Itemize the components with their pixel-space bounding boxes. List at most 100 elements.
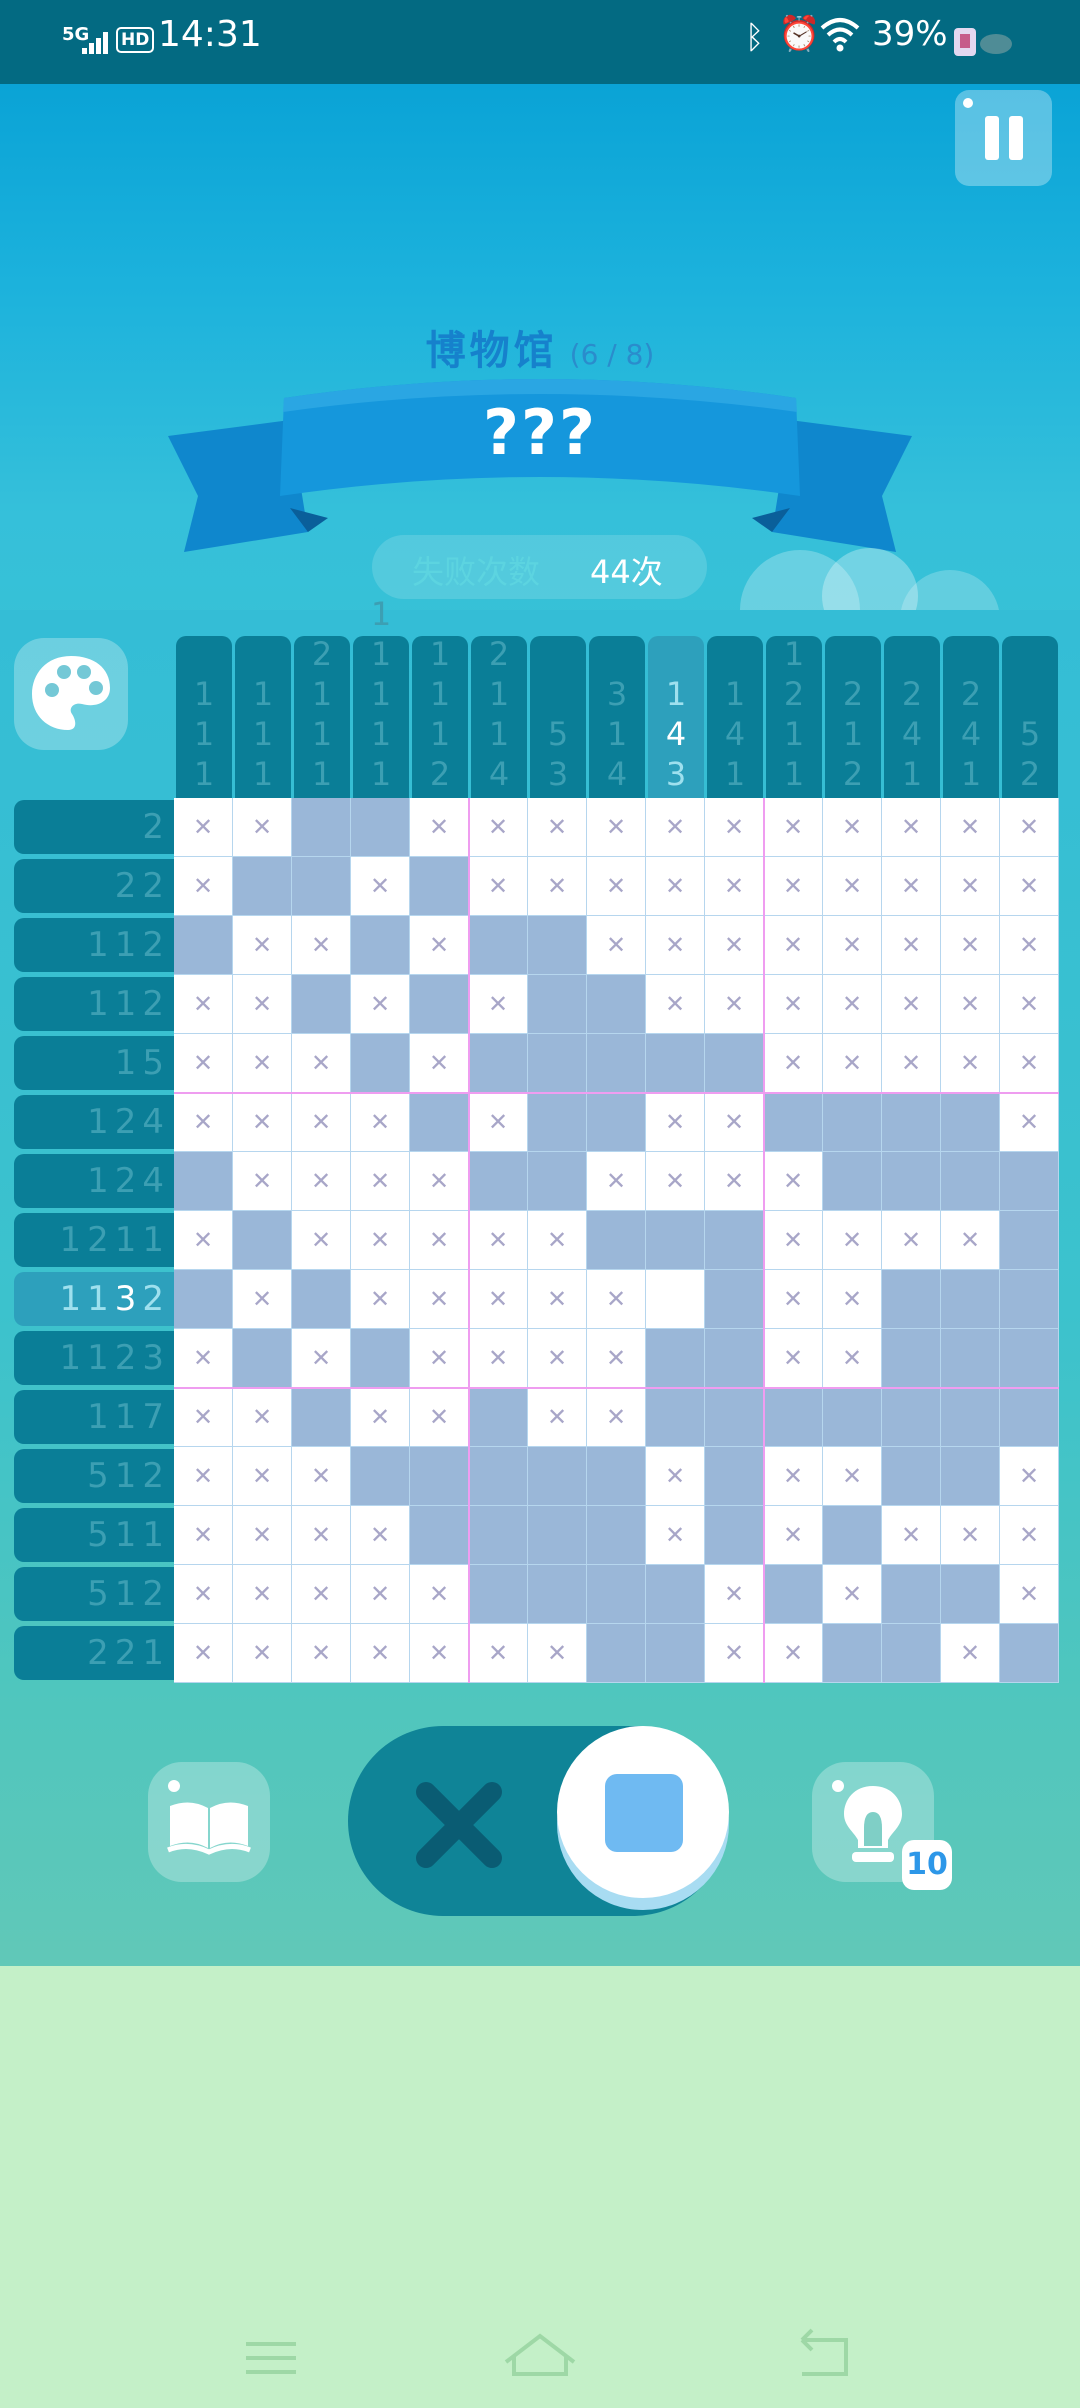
cell-filled[interactable] <box>823 1388 882 1447</box>
cell-filled[interactable] <box>705 1506 764 1565</box>
cell-crossed[interactable]: ✕ <box>1000 1565 1059 1624</box>
cell-crossed[interactable]: ✕ <box>705 916 764 975</box>
cell-filled[interactable] <box>587 1506 646 1565</box>
cell-crossed[interactable]: ✕ <box>174 1447 233 1506</box>
cell-crossed[interactable]: ✕ <box>764 1624 823 1683</box>
cell-filled[interactable] <box>941 1093 1000 1152</box>
cell-crossed[interactable]: ✕ <box>1000 916 1059 975</box>
cell-crossed[interactable]: ✕ <box>233 916 292 975</box>
cell-filled[interactable] <box>882 1152 941 1211</box>
cell-filled[interactable] <box>587 1093 646 1152</box>
cell-filled[interactable] <box>941 1447 1000 1506</box>
cell-crossed[interactable]: ✕ <box>705 1624 764 1683</box>
cell-filled[interactable] <box>528 1093 587 1152</box>
cell-filled[interactable] <box>410 1506 469 1565</box>
cell-crossed[interactable]: ✕ <box>882 916 941 975</box>
cell-filled[interactable] <box>646 1329 705 1388</box>
cell-filled[interactable] <box>351 1329 410 1388</box>
cell-filled[interactable] <box>823 1152 882 1211</box>
cell-filled[interactable] <box>823 1093 882 1152</box>
cell-crossed[interactable]: ✕ <box>764 1506 823 1565</box>
cell-filled[interactable] <box>823 1506 882 1565</box>
cell-filled[interactable] <box>174 1270 233 1329</box>
cell-crossed[interactable]: ✕ <box>528 1329 587 1388</box>
cell-filled[interactable] <box>351 798 410 857</box>
cell-crossed[interactable]: ✕ <box>174 975 233 1034</box>
cell-filled[interactable] <box>882 1565 941 1624</box>
cell-crossed[interactable]: ✕ <box>823 1565 882 1624</box>
cell-filled[interactable] <box>410 1447 469 1506</box>
cell-filled[interactable] <box>587 1034 646 1093</box>
guide-button[interactable] <box>148 1762 270 1882</box>
cell-crossed[interactable]: ✕ <box>410 1565 469 1624</box>
cell-crossed[interactable]: ✕ <box>705 798 764 857</box>
cell-crossed[interactable]: ✕ <box>292 1447 351 1506</box>
cell-crossed[interactable]: ✕ <box>351 1093 410 1152</box>
cell-filled[interactable] <box>292 1270 351 1329</box>
cell-crossed[interactable]: ✕ <box>941 798 1000 857</box>
cell-crossed[interactable]: ✕ <box>233 1034 292 1093</box>
cell-crossed[interactable]: ✕ <box>764 1447 823 1506</box>
cell-crossed[interactable]: ✕ <box>823 1034 882 1093</box>
cell-crossed[interactable]: ✕ <box>587 916 646 975</box>
cell-crossed[interactable]: ✕ <box>174 1565 233 1624</box>
cell-filled[interactable] <box>705 1211 764 1270</box>
cell-filled[interactable] <box>882 1447 941 1506</box>
cell-filled[interactable] <box>292 1388 351 1447</box>
cell-crossed[interactable]: ✕ <box>174 1506 233 1565</box>
cell-crossed[interactable]: ✕ <box>410 1034 469 1093</box>
cell-filled[interactable] <box>764 1565 823 1624</box>
cell-filled[interactable] <box>528 1034 587 1093</box>
cell-filled[interactable] <box>528 975 587 1034</box>
cell-crossed[interactable]: ✕ <box>233 1152 292 1211</box>
cell-filled[interactable] <box>351 1447 410 1506</box>
cell-filled[interactable] <box>528 1565 587 1624</box>
cell-filled[interactable] <box>469 1506 528 1565</box>
cell-filled[interactable] <box>233 1211 292 1270</box>
cell-filled[interactable] <box>705 1388 764 1447</box>
cell-filled[interactable] <box>587 1624 646 1683</box>
cell-crossed[interactable]: ✕ <box>646 1447 705 1506</box>
cell-filled[interactable] <box>469 1152 528 1211</box>
cell-filled[interactable] <box>469 916 528 975</box>
cell-crossed[interactable]: ✕ <box>941 975 1000 1034</box>
cell-filled[interactable] <box>587 1211 646 1270</box>
cell-crossed[interactable]: ✕ <box>233 1270 292 1329</box>
cell-crossed[interactable]: ✕ <box>764 1329 823 1388</box>
cell-crossed[interactable]: ✕ <box>587 798 646 857</box>
cell-filled[interactable] <box>882 1093 941 1152</box>
cell-crossed[interactable]: ✕ <box>292 1506 351 1565</box>
cell-filled[interactable] <box>1000 1329 1059 1388</box>
cell-crossed[interactable]: ✕ <box>292 1329 351 1388</box>
cell-crossed[interactable]: ✕ <box>469 1624 528 1683</box>
cell-crossed[interactable]: ✕ <box>469 798 528 857</box>
cell-crossed[interactable]: ✕ <box>292 1565 351 1624</box>
cell-crossed[interactable]: ✕ <box>823 798 882 857</box>
cell-filled[interactable] <box>587 1447 646 1506</box>
cell-crossed[interactable]: ✕ <box>1000 1447 1059 1506</box>
cell-crossed[interactable]: ✕ <box>1000 1506 1059 1565</box>
cell-filled[interactable] <box>469 1565 528 1624</box>
cell-crossed[interactable]: ✕ <box>823 975 882 1034</box>
cell-filled[interactable] <box>528 1152 587 1211</box>
cell-crossed[interactable]: ✕ <box>292 1152 351 1211</box>
cell-filled[interactable] <box>882 1329 941 1388</box>
cell-filled[interactable] <box>292 798 351 857</box>
cell-crossed[interactable]: ✕ <box>292 1093 351 1152</box>
cell-crossed[interactable]: ✕ <box>587 1329 646 1388</box>
cell-crossed[interactable]: ✕ <box>410 1624 469 1683</box>
cell-crossed[interactable]: ✕ <box>233 975 292 1034</box>
cell-filled[interactable] <box>174 1152 233 1211</box>
pause-button[interactable] <box>955 90 1052 186</box>
cell-crossed[interactable]: ✕ <box>823 1270 882 1329</box>
cell-empty[interactable] <box>646 1270 705 1329</box>
cell-crossed[interactable]: ✕ <box>410 798 469 857</box>
cell-crossed[interactable]: ✕ <box>292 1034 351 1093</box>
cell-crossed[interactable]: ✕ <box>351 1565 410 1624</box>
cell-crossed[interactable]: ✕ <box>233 1447 292 1506</box>
cell-crossed[interactable]: ✕ <box>410 1152 469 1211</box>
cell-filled[interactable] <box>705 1329 764 1388</box>
cell-crossed[interactable]: ✕ <box>941 1211 1000 1270</box>
cell-crossed[interactable]: ✕ <box>233 1565 292 1624</box>
cell-crossed[interactable]: ✕ <box>469 857 528 916</box>
